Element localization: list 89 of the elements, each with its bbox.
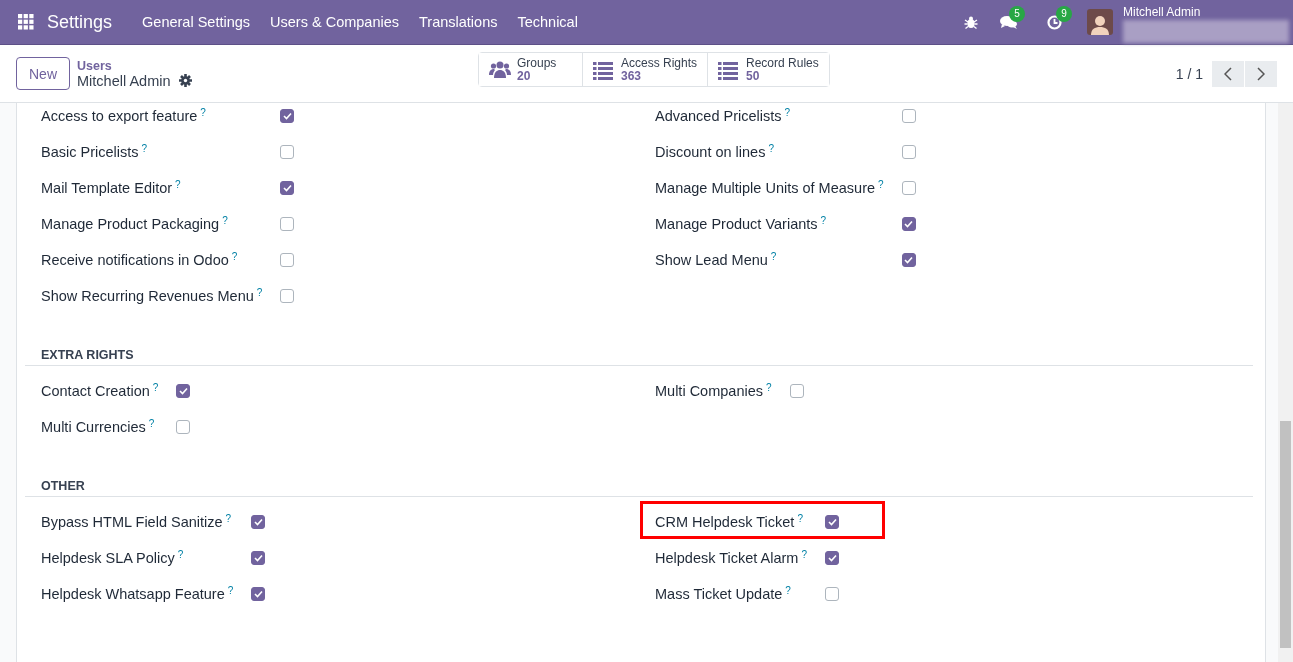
help-tooltip-mark[interactable]: ?: [785, 585, 791, 596]
field-label: Show Recurring Revenues Menu: [41, 288, 254, 304]
help-tooltip-mark[interactable]: ?: [801, 549, 807, 560]
field-label: Multi Companies: [655, 383, 763, 399]
help-tooltip-mark[interactable]: ?: [797, 513, 803, 524]
checkbox[interactable]: [825, 551, 839, 565]
field-label: Contact Creation: [41, 383, 150, 399]
apps-grid-icon[interactable]: [18, 14, 34, 30]
activity-count-badge: 9: [1056, 5, 1072, 22]
field-label: Manage Multiple Units of Measure: [655, 180, 876, 196]
checkbox[interactable]: [901, 217, 916, 231]
field-label: Receive notifications in Odoo: [41, 252, 229, 268]
user-name[interactable]: Mitchell Admin: [1123, 4, 1293, 19]
field-label: Helpdesk Ticket Alarm: [655, 550, 799, 566]
section-heading: OTHER: [25, 476, 1253, 497]
checkbox[interactable]: [901, 181, 916, 195]
previous-button[interactable]: [1212, 60, 1244, 87]
help-tooltip-mark[interactable]: ?: [152, 382, 159, 393]
field-label: Access to export feature: [41, 108, 198, 124]
checkbox[interactable]: [280, 109, 295, 123]
field-label: Bypass HTML Field Sanitize: [41, 514, 223, 530]
clock-icon[interactable]: [1047, 14, 1062, 30]
checkbox[interactable]: [280, 145, 295, 159]
field-label: CRM Helpdesk Ticket: [655, 514, 795, 530]
help-tooltip-mark[interactable]: ?: [770, 251, 777, 262]
field-label: Helpdesk SLA Policy: [41, 550, 175, 566]
new-button[interactable]: New: [16, 57, 70, 90]
help-tooltip-mark[interactable]: ?: [768, 143, 774, 154]
menu-item[interactable]: Translations: [409, 14, 508, 30]
checkbox[interactable]: [251, 587, 266, 601]
field-label: Show Lead Menu: [655, 252, 768, 268]
checkbox[interactable]: [280, 217, 295, 231]
field-label: Helpdesk Whatsapp Feature: [41, 586, 225, 602]
list-icon: [593, 59, 615, 80]
checkbox[interactable]: [280, 253, 295, 267]
help-tooltip-mark[interactable]: ?: [256, 287, 263, 298]
help-tooltip-mark[interactable]: ?: [222, 215, 228, 226]
field-label: Multi Currencies: [41, 419, 146, 435]
checkbox[interactable]: [825, 515, 839, 529]
app-title[interactable]: Settings: [47, 11, 113, 33]
chevron-right-icon: [1257, 66, 1265, 81]
help-tooltip-mark[interactable]: ?: [175, 179, 181, 190]
field-label: Mail Template Editor: [41, 180, 173, 196]
avatar[interactable]: [1087, 9, 1113, 35]
menu-item[interactable]: General Settings: [132, 14, 261, 30]
help-tooltip-mark[interactable]: ?: [878, 179, 884, 190]
settings-icon[interactable]: [178, 74, 192, 87]
field-label: Manage Product Variants: [655, 216, 818, 232]
field-label: Discount on lines: [655, 144, 766, 160]
next-button[interactable]: [1245, 60, 1277, 87]
smart-button[interactable]: Groups 20: [479, 53, 583, 86]
help-tooltip-mark[interactable]: ?: [141, 143, 148, 154]
help-tooltip-mark[interactable]: ?: [231, 251, 238, 262]
help-tooltip-mark[interactable]: ?: [148, 418, 155, 429]
field-label: Advanced Pricelists: [655, 108, 782, 124]
field-label: Mass Ticket Update: [655, 586, 783, 602]
help-tooltip-mark[interactable]: ?: [225, 513, 232, 524]
checkbox[interactable]: [789, 384, 804, 398]
checkbox[interactable]: [901, 145, 916, 159]
checkbox[interactable]: [280, 289, 295, 303]
scrollbar-thumb[interactable]: [1280, 421, 1291, 648]
scrollbar[interactable]: [1278, 103, 1293, 662]
help-tooltip-mark[interactable]: ?: [200, 107, 206, 118]
people-icon: [489, 59, 511, 80]
list-icon: [718, 59, 741, 80]
checkbox[interactable]: [825, 587, 839, 601]
checkbox[interactable]: [901, 253, 916, 267]
bug-icon[interactable]: [964, 15, 978, 29]
message-count-badge: 5: [1009, 5, 1025, 22]
checkbox[interactable]: [176, 420, 191, 434]
checkbox[interactable]: [251, 551, 266, 565]
help-tooltip-mark[interactable]: ?: [784, 107, 791, 118]
menu-item[interactable]: Users & Companies: [260, 14, 409, 30]
help-tooltip-mark[interactable]: ?: [820, 215, 827, 226]
help-tooltip-mark[interactable]: ?: [177, 549, 184, 560]
menu-item[interactable]: Technical: [507, 14, 588, 30]
help-tooltip-mark[interactable]: ?: [766, 382, 772, 393]
pager-value: 1 / 1: [1175, 65, 1203, 82]
checkbox[interactable]: [280, 181, 295, 195]
checkbox[interactable]: [176, 384, 191, 398]
field-label: Manage Product Packaging: [41, 216, 220, 232]
checkbox[interactable]: [901, 109, 916, 123]
chevron-left-icon: [1224, 66, 1232, 81]
record-title: Mitchell Admin: [77, 72, 171, 89]
checkbox[interactable]: [251, 515, 266, 529]
breadcrumb-link[interactable]: Users: [77, 58, 192, 73]
field-label: Basic Pricelists: [41, 144, 139, 160]
section-heading: EXTRA RIGHTS: [25, 345, 1253, 366]
help-tooltip-mark[interactable]: ?: [227, 585, 234, 596]
